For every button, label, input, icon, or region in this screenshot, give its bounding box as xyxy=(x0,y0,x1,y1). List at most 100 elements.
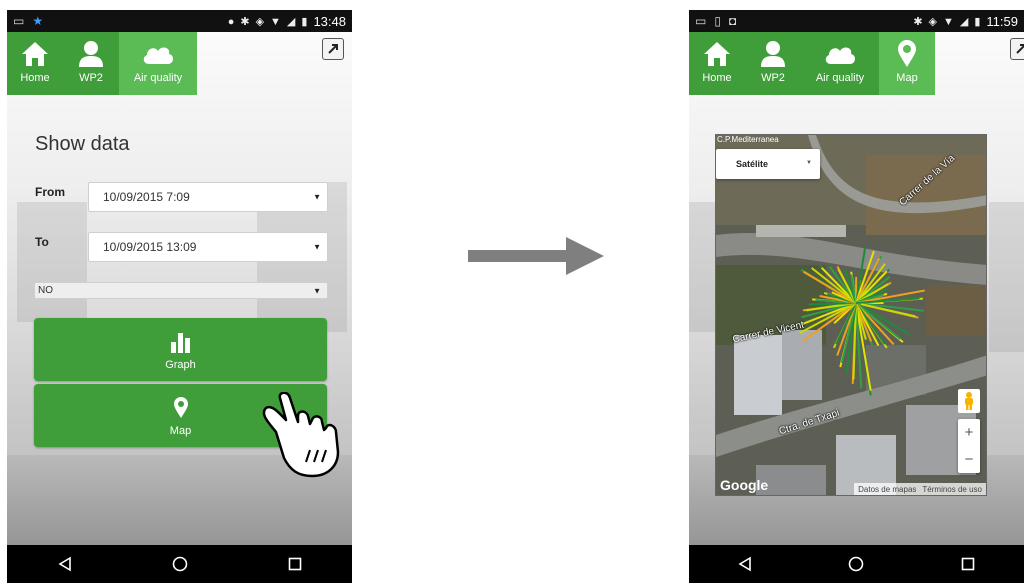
notification-icon: ▭ xyxy=(13,14,25,28)
to-date-value: 10/09/2015 13:09 xyxy=(103,240,197,254)
cloud-icon xyxy=(141,38,175,70)
nav-home-label: Home xyxy=(20,72,50,84)
street-view-pegman[interactable] xyxy=(958,389,980,413)
nav-home[interactable]: Home xyxy=(7,32,63,95)
nav-air-quality-label: Air quality xyxy=(815,72,865,84)
wifi-icon: ▼ xyxy=(270,15,281,28)
back-button[interactable] xyxy=(45,545,85,583)
status-bar: ▭ ▯ ◘ ✱ ◈ ▼ ◢ ▮ 11:59 xyxy=(689,10,1024,32)
image-icon: ◘ xyxy=(728,14,737,28)
graph-button-label: Graph xyxy=(165,358,196,371)
recents-icon xyxy=(961,557,975,571)
zoom-out-button[interactable]: − xyxy=(965,451,974,468)
nav-map-label: Map xyxy=(896,72,918,84)
graph-button[interactable]: Graph xyxy=(34,318,327,381)
nav-map[interactable]: Map xyxy=(879,32,935,95)
google-logo-text: Google xyxy=(720,477,769,493)
nav-wp2-label: WP2 xyxy=(79,72,103,84)
phone-screen-map: ▭ ▯ ◘ ✱ ◈ ▼ ◢ ▮ 11:59 Home WP2 Air quali… xyxy=(689,10,1024,583)
satellite-map[interactable]: C.P.Mediterranea Satélite ▼ Carrer de la… xyxy=(715,134,987,496)
recents-button[interactable] xyxy=(948,545,988,583)
zoom-controls: + − xyxy=(958,419,980,473)
top-nav: Home WP2 Air quality Map xyxy=(689,32,935,95)
home-icon xyxy=(21,38,49,70)
map-type-value: Satélite xyxy=(736,159,769,169)
background-building xyxy=(17,202,87,322)
map-data-link[interactable]: Datos de mapas xyxy=(858,485,916,494)
recents-button[interactable] xyxy=(275,545,315,583)
vibrate-icon: ◈ xyxy=(928,16,937,28)
back-icon xyxy=(738,556,751,572)
nav-air-quality[interactable]: Air quality xyxy=(119,32,197,95)
location-icon: ● xyxy=(227,15,235,28)
top-nav: Home WP2 Air quality xyxy=(7,32,197,95)
from-date-select[interactable]: 10/09/2015 7:09 ▼ xyxy=(88,182,328,212)
google-logo: Google xyxy=(720,477,768,493)
notification-icon: ▭ xyxy=(695,14,707,28)
expand-button[interactable] xyxy=(1010,38,1024,60)
chevron-down-icon: ▼ xyxy=(806,160,812,166)
battery-icon: ▮ xyxy=(974,16,981,28)
phone-screen-show-data: ▭ ★ ● ✱ ◈ ▼ ◢ ▮ 13:48 Home WP2 Air quali… xyxy=(7,10,352,583)
bluetooth-icon: ✱ xyxy=(913,16,923,28)
zoom-in-button[interactable]: + xyxy=(965,424,974,441)
cloud-icon xyxy=(823,38,857,70)
map-attribution: C.P.Mediterranea xyxy=(717,135,779,144)
pollutant-select[interactable]: NO ▼ xyxy=(34,282,328,299)
tap-hand-icon xyxy=(258,391,342,483)
system-icons: ● ✱ ◈ ▼ ◢ ▮ 13:48 xyxy=(228,14,346,29)
expand-icon xyxy=(1016,44,1024,54)
background-building xyxy=(989,202,1024,352)
expand-button[interactable] xyxy=(322,38,344,60)
nav-wp2[interactable]: WP2 xyxy=(745,32,801,95)
circle-home-icon xyxy=(849,556,864,572)
from-label: From xyxy=(35,185,65,199)
page-title: Show data xyxy=(35,133,130,155)
from-date-value: 10/09/2015 7:09 xyxy=(103,190,190,204)
android-nav-bar xyxy=(7,545,352,583)
back-button[interactable] xyxy=(725,545,765,583)
to-label: To xyxy=(35,235,49,249)
expand-icon xyxy=(328,44,338,54)
map-pin-icon xyxy=(897,38,917,70)
map-footer: Datos de mapas Términos de uso xyxy=(854,483,986,495)
nav-air-quality-label: Air quality xyxy=(133,72,183,84)
nav-wp2-label: WP2 xyxy=(761,72,785,84)
recents-icon xyxy=(288,557,301,571)
notification-icons: ▭ ▯ ◘ xyxy=(695,14,736,28)
home-button[interactable] xyxy=(160,545,200,583)
pegman-icon xyxy=(965,392,973,410)
to-date-select[interactable]: 10/09/2015 13:09 ▼ xyxy=(88,232,328,262)
notification-icons: ▭ ★ xyxy=(13,14,43,28)
wifi-icon: ▼ xyxy=(943,15,954,28)
system-icons: ✱ ◈ ▼ ◢ ▮ 11:59 xyxy=(913,14,1018,29)
chevron-down-icon: ▼ xyxy=(313,286,321,295)
pollutant-value: NO xyxy=(38,285,53,296)
vibrate-icon: ◈ xyxy=(255,16,265,28)
signal-icon: ◢ xyxy=(286,16,296,28)
notification-icon: ▯ xyxy=(714,14,721,28)
chevron-down-icon: ▼ xyxy=(313,242,321,252)
map-terms-link[interactable]: Términos de uso xyxy=(922,485,982,494)
android-nav-bar xyxy=(689,545,1024,583)
star-icon: ★ xyxy=(32,14,44,28)
chevron-down-icon: ▼ xyxy=(313,192,321,202)
nav-home-label: Home xyxy=(702,72,732,84)
map-pin-icon xyxy=(173,395,189,419)
user-icon xyxy=(760,38,786,70)
nav-air-quality[interactable]: Air quality xyxy=(801,32,879,95)
circle-home-icon xyxy=(172,556,187,572)
home-icon xyxy=(703,38,731,70)
bluetooth-icon: ✱ xyxy=(240,16,250,28)
pollution-rays xyxy=(797,246,925,396)
home-button[interactable] xyxy=(836,545,876,583)
clock: 11:59 xyxy=(986,14,1018,29)
app-content: Home WP2 Air quality Map C.P.Mediterrane… xyxy=(689,32,1024,545)
map-button-label: Map xyxy=(169,424,192,437)
user-icon xyxy=(78,38,104,70)
nav-wp2[interactable]: WP2 xyxy=(63,32,119,95)
signal-icon: ◢ xyxy=(959,16,969,28)
map-type-select[interactable]: Satélite ▼ xyxy=(716,149,820,179)
battery-icon: ▮ xyxy=(301,16,308,28)
nav-home[interactable]: Home xyxy=(689,32,745,95)
